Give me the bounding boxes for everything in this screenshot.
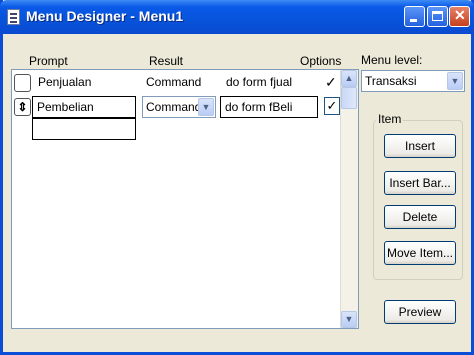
chevron-down-icon[interactable]: ▼ [198,98,214,116]
close-button[interactable] [449,6,470,27]
move-item-button[interactable]: Move Item... [384,241,456,265]
delete-button[interactable]: Delete [384,205,456,229]
result-combo-value: Command [146,100,202,114]
minimize-button[interactable] [404,6,425,27]
command-cell[interactable]: do form fBeli [220,96,318,118]
menu-items-grid[interactable]: Penjualan Command do form fjual ✓ ⇕ Pemb… [11,69,359,329]
maximize-button[interactable] [427,6,448,27]
prompt-cell[interactable] [32,118,136,140]
menu-level-value: Transaksi [365,74,417,88]
row-move-arrows-icon[interactable]: ⇕ [14,98,31,116]
scroll-up-icon[interactable]: ▲ [341,70,357,87]
prompt-column-header: Prompt [29,54,68,68]
row-move-button[interactable] [14,74,31,92]
prompt-cell[interactable]: Pembelian [32,96,136,118]
menu-designer-window: Menu Designer - Menu1 Prompt Result Opti… [0,0,474,355]
insert-bar-button[interactable]: Insert Bar... [384,171,456,195]
menu-designer-icon [7,9,20,25]
options-check-icon[interactable]: ✓ [325,74,337,91]
result-combo[interactable]: Command ▼ [142,96,216,118]
title-bar[interactable]: Menu Designer - Menu1 [0,0,474,34]
chevron-down-icon[interactable]: ▼ [447,72,463,90]
options-checkbox[interactable]: ✓ [324,97,340,115]
prompt-cell[interactable]: Penjualan [34,72,142,94]
item-group-label: Item [376,112,404,126]
insert-button[interactable]: Insert [384,134,456,158]
preview-button[interactable]: Preview [384,300,456,324]
window-title: Menu Designer - Menu1 [26,8,184,24]
menu-level-select[interactable]: Transaksi ▼ [361,70,465,92]
options-column-header: Options [300,54,342,68]
result-cell[interactable]: Command [142,72,220,94]
command-cell[interactable]: do form fjual [222,72,318,94]
scroll-down-icon[interactable]: ▼ [341,311,357,328]
scroll-thumb[interactable] [341,87,357,109]
result-column-header: Result [149,54,184,68]
menu-level-label: Menu level: [361,53,423,67]
grid-vertical-scrollbar[interactable]: ▲ ▼ [340,70,358,328]
